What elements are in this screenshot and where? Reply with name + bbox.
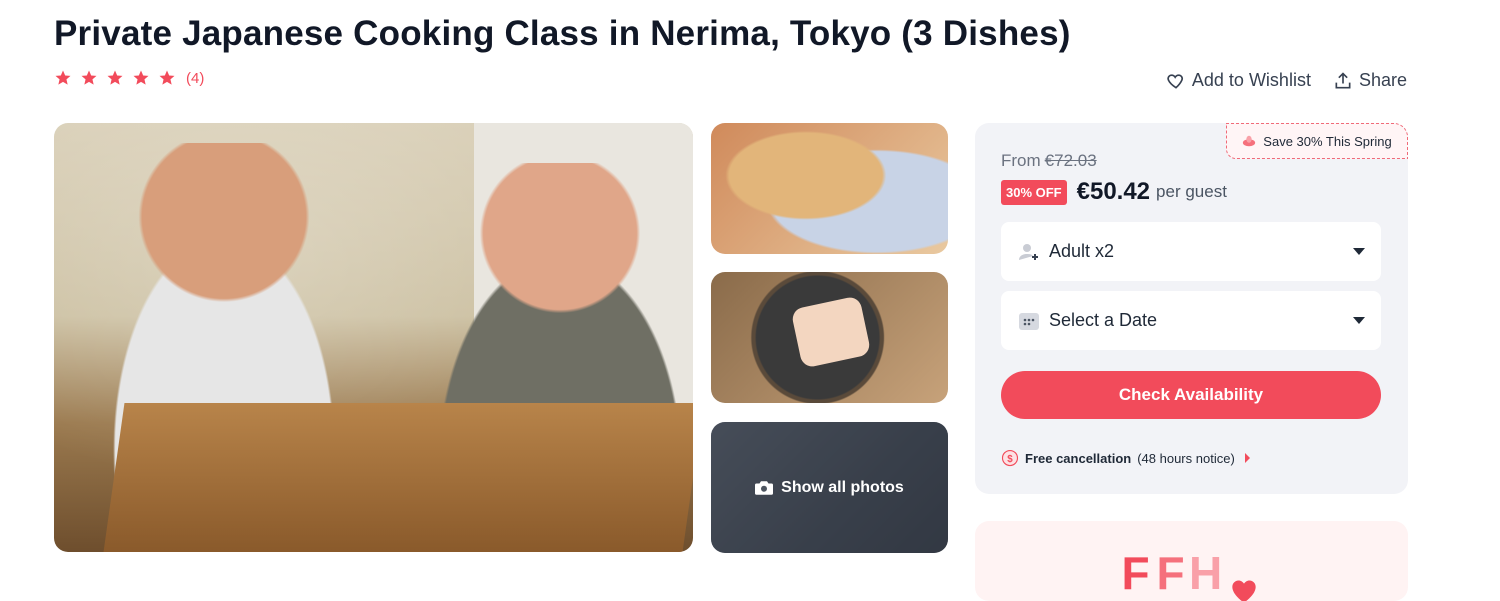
logo-letter: H — [1189, 547, 1223, 599]
gallery-photo-more[interactable]: Show all photos — [711, 422, 948, 553]
promo-text: Save 30% This Spring — [1263, 133, 1392, 149]
star-icon — [107, 70, 123, 85]
share-label: Share — [1358, 70, 1407, 90]
from-label: From — [1001, 151, 1041, 170]
gallery-photo-pan[interactable] — [711, 272, 948, 403]
rating[interactable]: (4) — [54, 69, 204, 87]
cancel-title: Free cancellation — [1025, 450, 1132, 466]
heart-icon — [1232, 580, 1256, 601]
from-price: From €72.03 — [1001, 151, 1097, 171]
current-price: €50.42 — [1076, 178, 1151, 205]
page-title: Private Japanese Cooking Class in Nerima… — [54, 14, 1071, 53]
svg-text:$: $ — [1007, 454, 1013, 465]
heart-icon — [1167, 73, 1183, 89]
date-selector[interactable]: Select a Date — [1001, 291, 1381, 350]
logo-letter: F — [1121, 547, 1150, 599]
share-button[interactable]: Share — [1333, 70, 1407, 91]
review-count[interactable]: (4) — [186, 70, 204, 87]
sakura-icon — [1243, 135, 1256, 147]
spring-promo-badge: Save 30% This Spring — [1226, 123, 1408, 159]
chevron-right-icon — [1244, 453, 1250, 463]
cancel-note: (48 hours notice) — [1137, 450, 1235, 466]
chevron-down-icon — [1353, 317, 1365, 324]
free-cancellation-link[interactable]: $ Free cancellation (48 hours notice) — [1001, 449, 1250, 467]
user-add-icon — [1019, 243, 1038, 260]
refund-icon: $ — [1001, 449, 1019, 467]
guest-value: Adult x2 — [1049, 241, 1115, 261]
star-icon — [133, 70, 149, 85]
photo-meat — [790, 295, 872, 369]
logo-letter: F — [1156, 547, 1185, 599]
wishlist-label: Add to Wishlist — [1191, 70, 1311, 90]
chevron-down-icon — [1353, 248, 1365, 255]
gallery-photo-gyoza[interactable] — [711, 123, 948, 254]
star-icon — [81, 70, 97, 85]
show-all-photos-label: Show all photos — [781, 478, 904, 496]
booking-panel: Save 30% This Spring From €72.03 30% OFF … — [975, 123, 1408, 494]
star-icon — [159, 70, 175, 85]
star-icon — [55, 70, 71, 85]
discount-badge: 30% OFF — [1001, 179, 1067, 205]
original-price: €72.03 — [1044, 151, 1097, 170]
share-icon — [1335, 71, 1351, 88]
photo-table — [103, 403, 693, 552]
page-actions: Add to Wishlist Share — [1166, 70, 1407, 91]
main-photo[interactable] — [54, 123, 693, 552]
calendar-icon — [1019, 312, 1039, 330]
camera-icon — [755, 480, 774, 495]
promo-card: F F H — [975, 521, 1408, 601]
add-to-wishlist-button[interactable]: Add to Wishlist — [1166, 70, 1311, 91]
check-availability-button[interactable]: Check Availability — [1001, 371, 1381, 419]
price-row: 30% OFF €50.42 per guest — [1001, 178, 1227, 206]
date-placeholder: Select a Date — [1049, 310, 1158, 330]
brand-logo: F F H — [1119, 547, 1258, 601]
show-all-photos-button[interactable]: Show all photos — [711, 422, 948, 553]
price-unit: per guest — [1156, 182, 1227, 201]
guest-selector[interactable]: Adult x2 — [1001, 222, 1381, 281]
